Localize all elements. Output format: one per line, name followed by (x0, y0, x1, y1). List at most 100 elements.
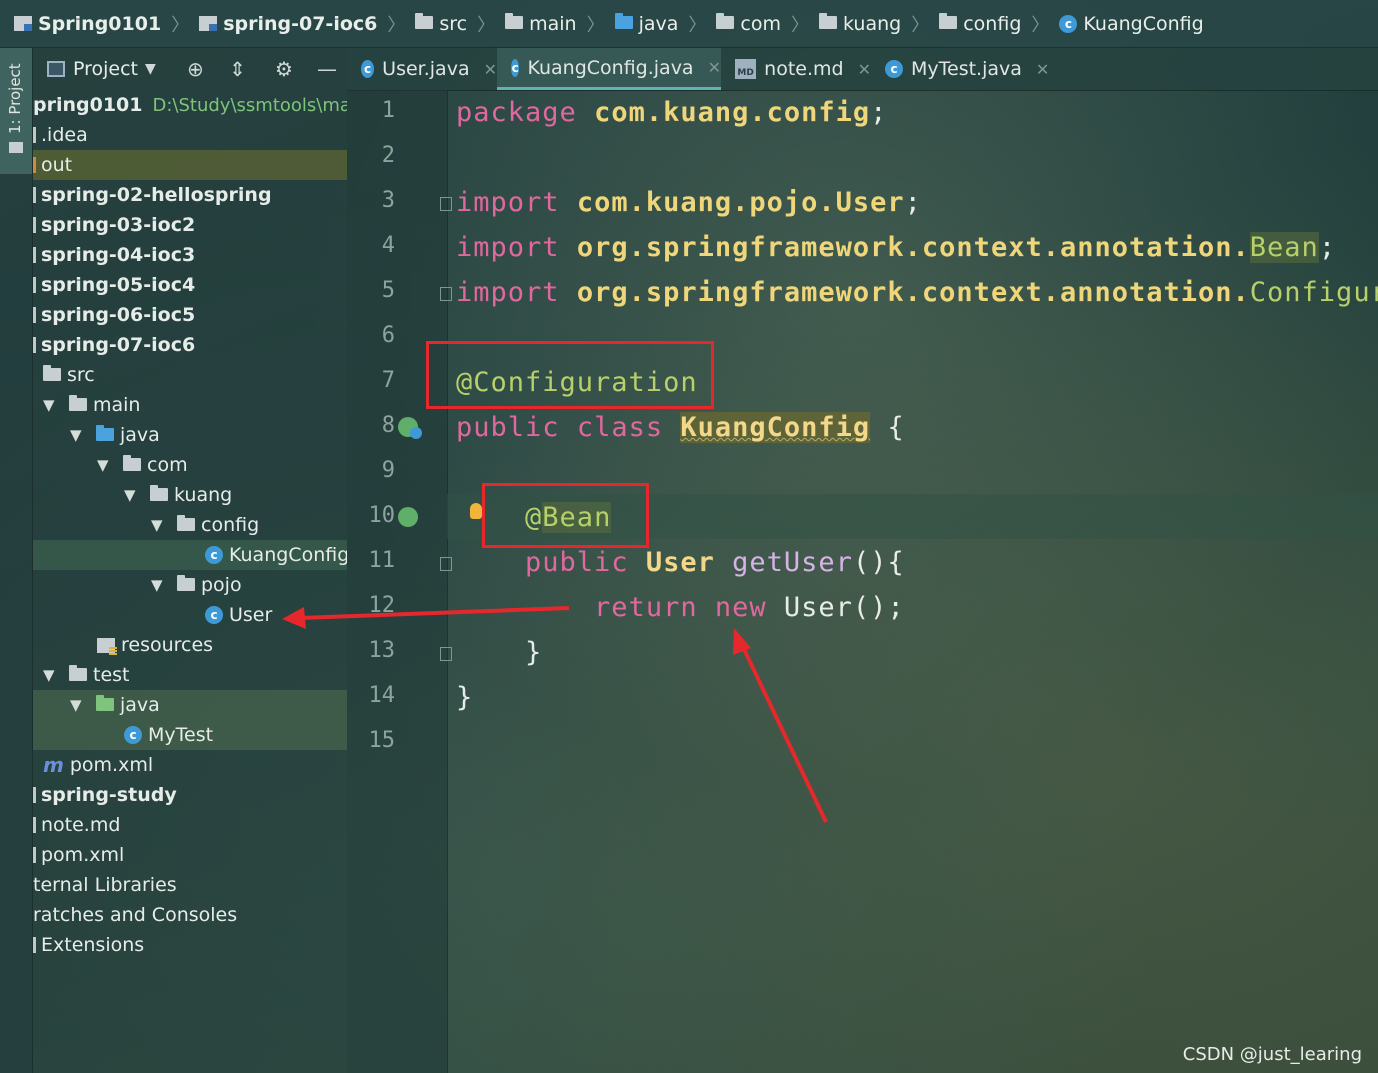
module-icon (33, 337, 36, 353)
tree-item-mytest[interactable]: c MyTest (33, 720, 347, 750)
gear-icon[interactable]: ⚙ (275, 57, 293, 81)
watermark: CSDN @just_learing (1182, 1044, 1362, 1065)
breadcrumb-item-java[interactable]: java (614, 13, 678, 35)
project-view-dropdown[interactable]: Project (73, 58, 138, 80)
tree-item-external-libraries[interactable]: ternal Libraries (33, 870, 347, 900)
expand-arrow-icon[interactable]: ▼ (43, 666, 61, 684)
source-folder-icon (96, 424, 114, 441)
breadcrumb-item-com[interactable]: com (716, 13, 781, 35)
tree-item-scratches[interactable]: ratches and Consoles (33, 900, 347, 930)
folder-icon (69, 664, 87, 681)
package-icon (123, 454, 141, 471)
project-tool-tab[interactable]: 1: Project (0, 48, 32, 174)
collapse-all-icon[interactable]: ⇕ (229, 57, 246, 81)
close-icon[interactable]: ✕ (1036, 60, 1049, 79)
tab-note-md[interactable]: MD note.md ✕ (721, 48, 871, 90)
fold-icon[interactable] (440, 197, 452, 211)
tree-item-pom[interactable]: m pom.xml (33, 750, 347, 780)
chevron-right-icon: 〉 (911, 14, 930, 36)
breadcrumb-item-main[interactable]: main (505, 13, 577, 35)
tree-item-module[interactable]: spring-05-ioc4 (33, 270, 347, 300)
code-line: public class KuangConfig { (456, 412, 905, 443)
breadcrumb-item-config[interactable]: config (939, 13, 1021, 35)
tree-item-main[interactable]: ▼ main (33, 390, 347, 420)
expand-arrow-icon[interactable]: ▼ (124, 486, 142, 504)
package-icon (716, 13, 735, 29)
close-icon[interactable]: ✕ (708, 58, 721, 77)
close-icon[interactable]: ✕ (484, 60, 497, 79)
source-folder-icon (614, 13, 633, 29)
line-number: 5 (381, 278, 395, 303)
tree-item-src[interactable]: src (33, 360, 347, 390)
tree-item-config[interactable]: ▼ config (33, 510, 347, 540)
line-number: 1 (381, 98, 395, 123)
tree-item-module[interactable]: spring-06-ioc5 (33, 300, 347, 330)
close-icon[interactable]: ✕ (858, 60, 871, 79)
tree-item-user[interactable]: c User (33, 600, 347, 630)
expand-arrow-icon[interactable]: ▼ (151, 576, 169, 594)
tab-user-java[interactable]: c User.java ✕ (347, 48, 497, 90)
expand-arrow-icon[interactable]: ▼ (151, 516, 169, 534)
tree-item-kuang[interactable]: ▼ kuang (33, 480, 347, 510)
spring-bean-gutter-icon[interactable] (398, 417, 422, 439)
breadcrumb: Spring0101 〉 spring-07-ioc6 〉 src 〉 main… (0, 0, 1378, 48)
tree-item-resources[interactable]: resources (33, 630, 347, 660)
project-panel: Project ▼ ⊕ ⇕ ⚙ — pring0101 D:\Study\ssmt… (33, 48, 347, 1073)
line-number: 8 (381, 413, 395, 438)
line-number: 4 (381, 233, 395, 258)
breadcrumb-item-class[interactable]: c KuangConfig (1059, 13, 1204, 35)
tree-item-test[interactable]: ▼ test (33, 660, 347, 690)
line-number: 13 (368, 638, 396, 663)
breadcrumb-item-kuang[interactable]: kuang (819, 13, 901, 35)
tree-item-java[interactable]: ▼ java (33, 420, 347, 450)
chevron-right-icon: 〉 (1031, 14, 1050, 36)
expand-arrow-icon[interactable]: ▼ (97, 456, 115, 474)
line-number: 3 (381, 188, 395, 213)
folder-icon (33, 127, 36, 143)
breadcrumb-item-project[interactable]: Spring0101 (14, 13, 161, 35)
tree-item-module[interactable]: spring-04-ioc3 (33, 240, 347, 270)
tree-item-extensions[interactable]: Extensions (33, 930, 347, 960)
line-number: 9 (381, 458, 395, 483)
breadcrumb-item-module[interactable]: spring-07-ioc6 (199, 13, 377, 35)
folder-icon (9, 142, 23, 153)
tree-item-pom-root[interactable]: pom.xml (33, 840, 347, 870)
tree-item-test-java[interactable]: ▼ java (33, 690, 347, 720)
tree-item-idea[interactable]: .idea (33, 120, 347, 150)
chevron-down-icon[interactable]: ▼ (145, 61, 156, 77)
locate-icon[interactable]: ⊕ (187, 57, 204, 81)
hide-icon[interactable]: — (317, 57, 337, 81)
code-editor[interactable]: package com.kuang.config; import com.kua… (456, 90, 1378, 1073)
test-class-icon: c (124, 726, 142, 744)
expand-arrow-icon[interactable]: ▼ (70, 426, 88, 444)
tree-item-root[interactable]: pring0101D:\Study\ssmtools\mavar (33, 90, 347, 120)
module-icon (33, 307, 36, 323)
breadcrumb-item-src[interactable]: src (415, 13, 467, 35)
tree-item-out[interactable]: out (33, 150, 347, 180)
code-line: return new User(); (594, 592, 905, 623)
fold-icon[interactable] (440, 647, 452, 661)
tree-item-pojo[interactable]: ▼ pojo (33, 570, 347, 600)
class-icon: c (205, 546, 223, 564)
package-icon (819, 13, 838, 29)
tree-item-module[interactable]: spring-02-hellospring (33, 180, 347, 210)
resources-folder-icon (97, 637, 117, 655)
tree-item-module[interactable]: spring-study (33, 780, 347, 810)
expand-arrow-icon[interactable]: ▼ (70, 696, 88, 714)
fold-icon[interactable] (440, 287, 452, 301)
test-class-icon: c (885, 60, 903, 78)
tree-item-module[interactable]: spring-07-ioc6 (33, 330, 347, 360)
spring-bean-gutter-icon[interactable] (398, 507, 418, 527)
tree-item-module[interactable]: spring-03-ioc2 (33, 210, 347, 240)
tab-kuangconfig-java[interactable]: c KuangConfig.java ✕ (497, 48, 721, 90)
lightbulb-icon[interactable] (470, 503, 482, 519)
tab-mytest-java[interactable]: c MyTest.java ✕ (871, 48, 1051, 90)
expand-arrow-icon[interactable]: ▼ (43, 396, 61, 414)
code-line: import org.springframework.context.annot… (456, 232, 1337, 263)
tree-item-note[interactable]: note.md (33, 810, 347, 840)
project-view-icon (47, 61, 65, 77)
tree-item-com[interactable]: ▼ com (33, 450, 347, 480)
folder-icon (415, 13, 434, 29)
fold-icon[interactable] (440, 557, 452, 571)
tree-item-kuangconfig[interactable]: c KuangConfig (33, 540, 347, 570)
